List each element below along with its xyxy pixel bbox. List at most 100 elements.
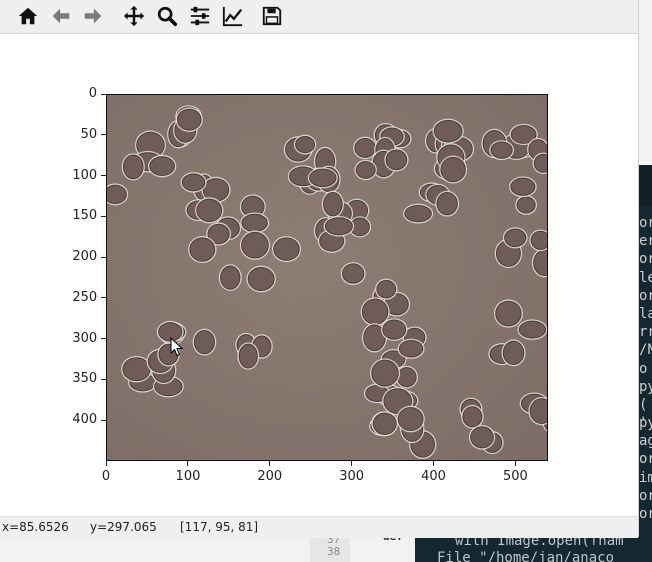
code-fragment: or [639,487,652,504]
code-fragment: /N [639,342,652,359]
code-fragment: er [639,233,652,250]
code-fragment: ( ' [639,396,648,432]
yeast-cell [529,398,548,424]
yeast-cell [273,237,300,261]
yeast-cell [510,177,536,196]
figure-window: 0 100 200 300 400 500 0 50 100 150 200 250 300 350 400… [0,0,639,538]
background-editor-bar [638,165,652,205]
code-fragment: or [639,451,652,468]
y-tick-label: 300 [72,330,98,346]
yeast-cell [372,412,397,435]
yeast-cell [504,228,527,248]
y-tick-mark [101,256,106,258]
code-fragment: la [639,305,652,322]
home-icon [18,7,38,25]
y-tick-label: 150 [72,208,98,224]
x-tick-mark [514,461,516,466]
image-axes[interactable] [106,94,548,461]
x-tick-mark [351,461,353,466]
y-tick-label: 400 [72,412,98,428]
save-button[interactable] [259,3,285,29]
yeast-cell [502,340,525,365]
background-code-panel: with Image.open(fnam File "/home/jan/ana… [415,537,652,562]
yeast-cell [396,367,417,388]
y-tick-mark [101,338,106,340]
mouse-cursor-icon [170,337,184,357]
code-fragment: rr [639,324,652,341]
floppy-disk-icon [262,6,282,26]
arrow-right-icon [84,8,102,24]
arrow-left-icon [52,8,70,24]
status-pixel-value: [117, 95, 81] [180,520,259,534]
yeast-cells-micrograph [106,94,548,461]
configure-subplots-button[interactable] [187,3,213,29]
magnifier-icon [157,6,178,27]
pan-button[interactable] [121,3,147,29]
zoom-button[interactable] [154,3,180,29]
y-tick-label: 250 [72,289,98,305]
background-line-gutter: 37 38 [310,533,350,562]
yeast-cell [462,406,483,428]
code-fragment: or [639,506,652,522]
yeast-cell [220,265,241,290]
yeast-cell [181,173,206,192]
code-fragment: ag [639,433,652,450]
yeast-cell [241,213,268,233]
yeast-cell [518,320,547,339]
code-fragment: or [639,287,652,304]
x-tick-mark [105,461,107,466]
yeast-cell [176,108,202,131]
yeast-cell [490,141,513,159]
yeast-cell [241,231,269,259]
yeast-cell [404,204,432,223]
yeast-cell [247,266,275,292]
yeast-cell [361,298,389,325]
yeast-cell [354,137,376,158]
yeast-cell [382,319,407,340]
edit-axes-button[interactable] [220,3,246,29]
background-window-edge [638,0,652,165]
y-tick-label: 100 [72,167,98,183]
code-line: with Image.open(fnam [455,537,624,549]
yeast-cell [533,153,548,173]
x-tick-mark [187,461,189,466]
yeast-cell [189,237,216,262]
y-tick-label: 350 [72,371,98,387]
code-fragment: im [639,469,652,486]
chart-line-icon [222,6,243,27]
x-tick-mark [269,461,271,466]
x-tick-label: 100 [175,469,201,484]
code-fragment: py [639,378,652,395]
yeast-cell [309,168,337,188]
status-y-coordinate: y=297.065 [90,520,157,534]
yeast-cell [436,192,458,216]
code-fragment: or [639,251,652,268]
y-tick-label: 0 [88,86,98,101]
x-tick-label: 400 [421,469,446,484]
yeast-cell [193,329,215,355]
yeast-cell [238,343,258,369]
navigation-toolbar [0,0,638,34]
yeast-cell [196,198,223,223]
x-tick-mark [432,461,434,466]
yeast-cell [341,263,365,284]
y-tick-mark [101,215,106,217]
yeast-cell [495,300,522,327]
back-button[interactable] [48,3,74,29]
yeast-cell [470,426,494,449]
code-fragment: o [639,360,648,377]
line-number: 38 [327,545,341,558]
status-bar: x=85.6526 y=297.065 [117, 95, 81] [0,516,638,538]
yeast-cell [323,191,343,217]
home-button[interactable] [15,3,41,29]
y-tick-mark [101,134,106,136]
y-tick-mark [101,297,106,299]
background-code-column: or er or le or la rr/N o py( ' py ag or im or or [639,214,652,523]
sliders-icon [190,6,210,26]
y-tick-mark [101,378,106,380]
move-icon [123,5,145,27]
code-fragment: or [639,215,652,231]
y-tick-mark [101,175,106,177]
y-tick-label: 50 [80,126,98,142]
forward-button[interactable] [80,3,106,29]
